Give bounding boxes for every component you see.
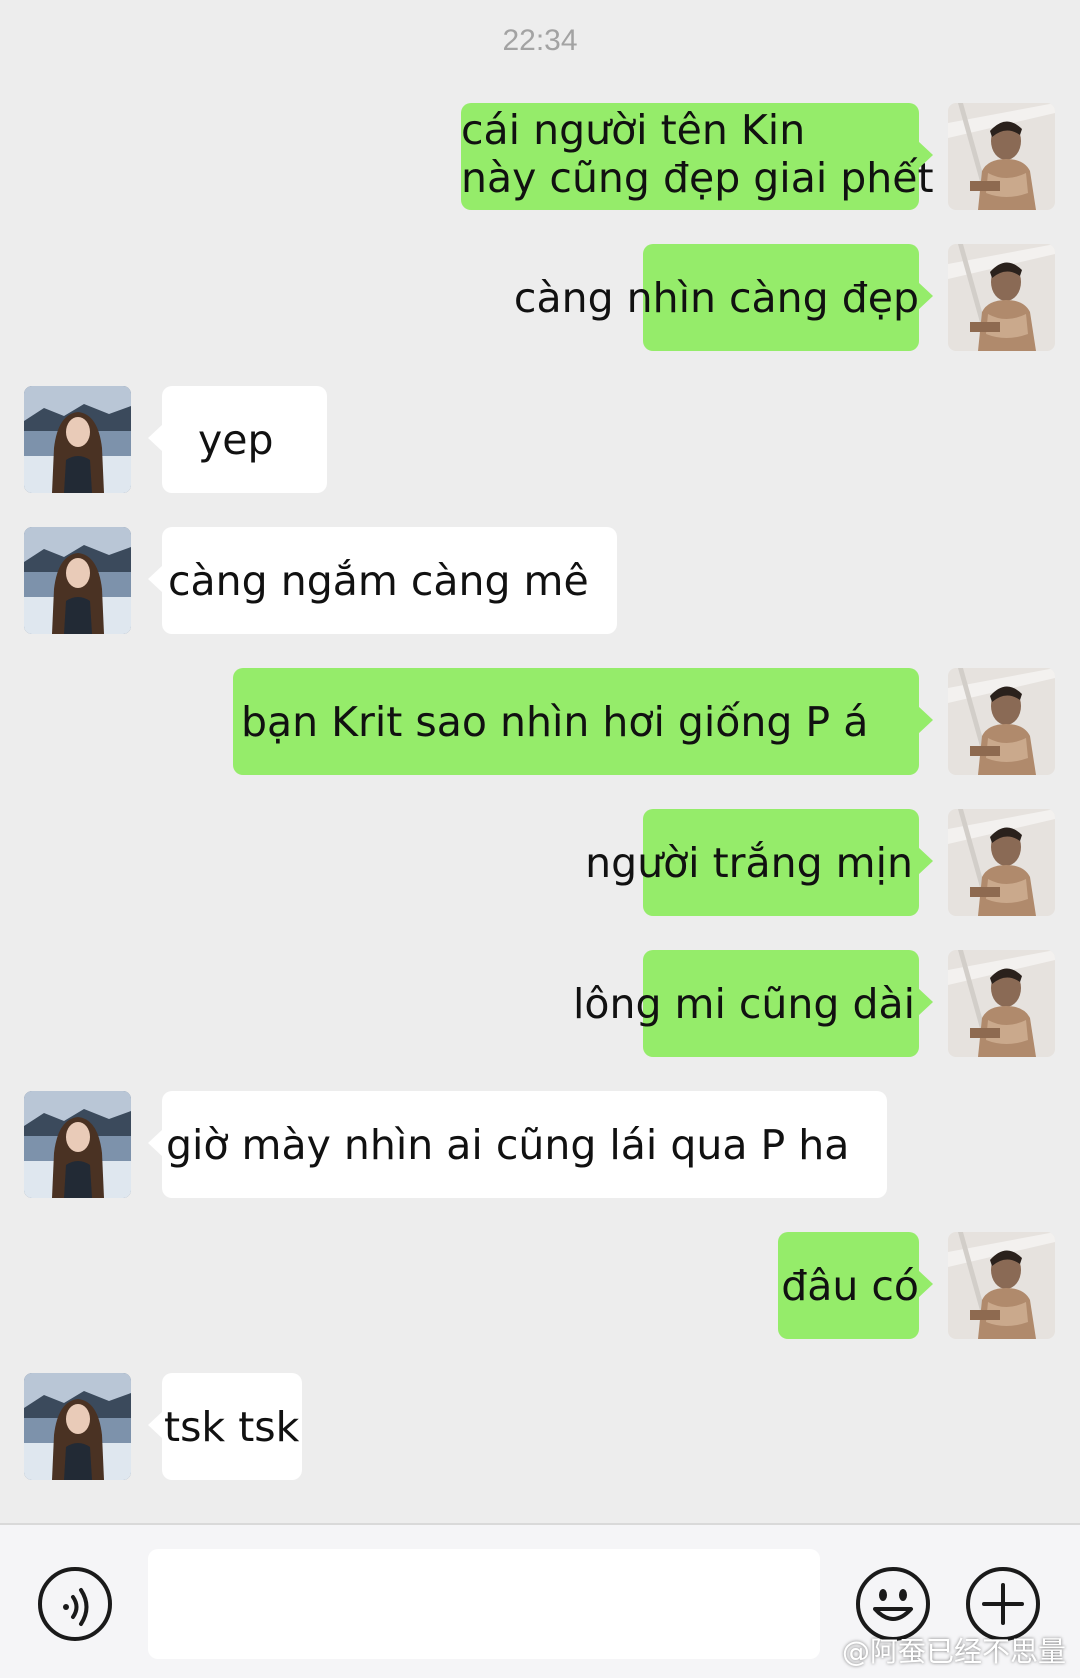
message-text: yep: [198, 416, 274, 464]
contact-message-bubble[interactable]: càng ngắm càng mê: [148, 527, 617, 634]
contact-message-bubble[interactable]: tsk tsk: [148, 1373, 302, 1480]
message-input[interactable]: [148, 1549, 820, 1659]
message-text: giờ mày nhìn ai cũng lái qua P ha: [166, 1121, 850, 1169]
message-text: bạn Krit sao nhìn hơi giống P á: [241, 698, 869, 746]
contact-avatar[interactable]: [24, 1091, 131, 1198]
message-text: càng nhìn càng đẹp: [513, 274, 919, 322]
my-avatar[interactable]: [948, 244, 1055, 351]
my-message-bubble[interactable]: cái người tên Kin này cũng đẹp giai phết: [461, 103, 934, 210]
my-message-bubble[interactable]: đâu có: [778, 1232, 933, 1339]
voice-icon[interactable]: [36, 1565, 114, 1643]
message-text: càng ngắm càng mê: [168, 557, 589, 605]
my-avatar[interactable]: [948, 103, 1055, 210]
my-message-bubble[interactable]: càng nhìn càng đẹp: [514, 244, 933, 351]
message-text: tsk tsk: [164, 1403, 300, 1451]
contact-avatar[interactable]: [24, 1373, 131, 1480]
contact-message-bubble[interactable]: giờ mày nhìn ai cũng lái qua P ha: [148, 1091, 887, 1198]
message-text: đâu có: [781, 1262, 919, 1310]
my-avatar[interactable]: [948, 950, 1055, 1057]
my-avatar[interactable]: [948, 668, 1055, 775]
message-text-line: này cũng đẹp giai phết: [461, 154, 934, 202]
watermark-text: @阿蚕已经不思量: [841, 1635, 1066, 1668]
message-text: lông mi cũng dài: [573, 980, 915, 1028]
contact-avatar[interactable]: [24, 386, 131, 493]
my-avatar[interactable]: [948, 1232, 1055, 1339]
my-message-bubble[interactable]: người trắng mịn: [585, 809, 933, 916]
contact-message-bubble[interactable]: yep: [148, 386, 327, 493]
my-message-bubble[interactable]: lông mi cũng dài: [573, 950, 933, 1057]
message-timestamp: 22:34: [502, 24, 578, 57]
message-text-line: cái người tên Kin: [461, 106, 806, 154]
chat-area[interactable]: 22:34 cái người tên Kin này cũng đẹp gia…: [0, 0, 1080, 1523]
message-text: người trắng mịn: [585, 839, 913, 887]
my-avatar[interactable]: [948, 809, 1055, 916]
contact-avatar[interactable]: [24, 527, 131, 634]
my-message-bubble[interactable]: bạn Krit sao nhìn hơi giống P á: [233, 668, 933, 775]
